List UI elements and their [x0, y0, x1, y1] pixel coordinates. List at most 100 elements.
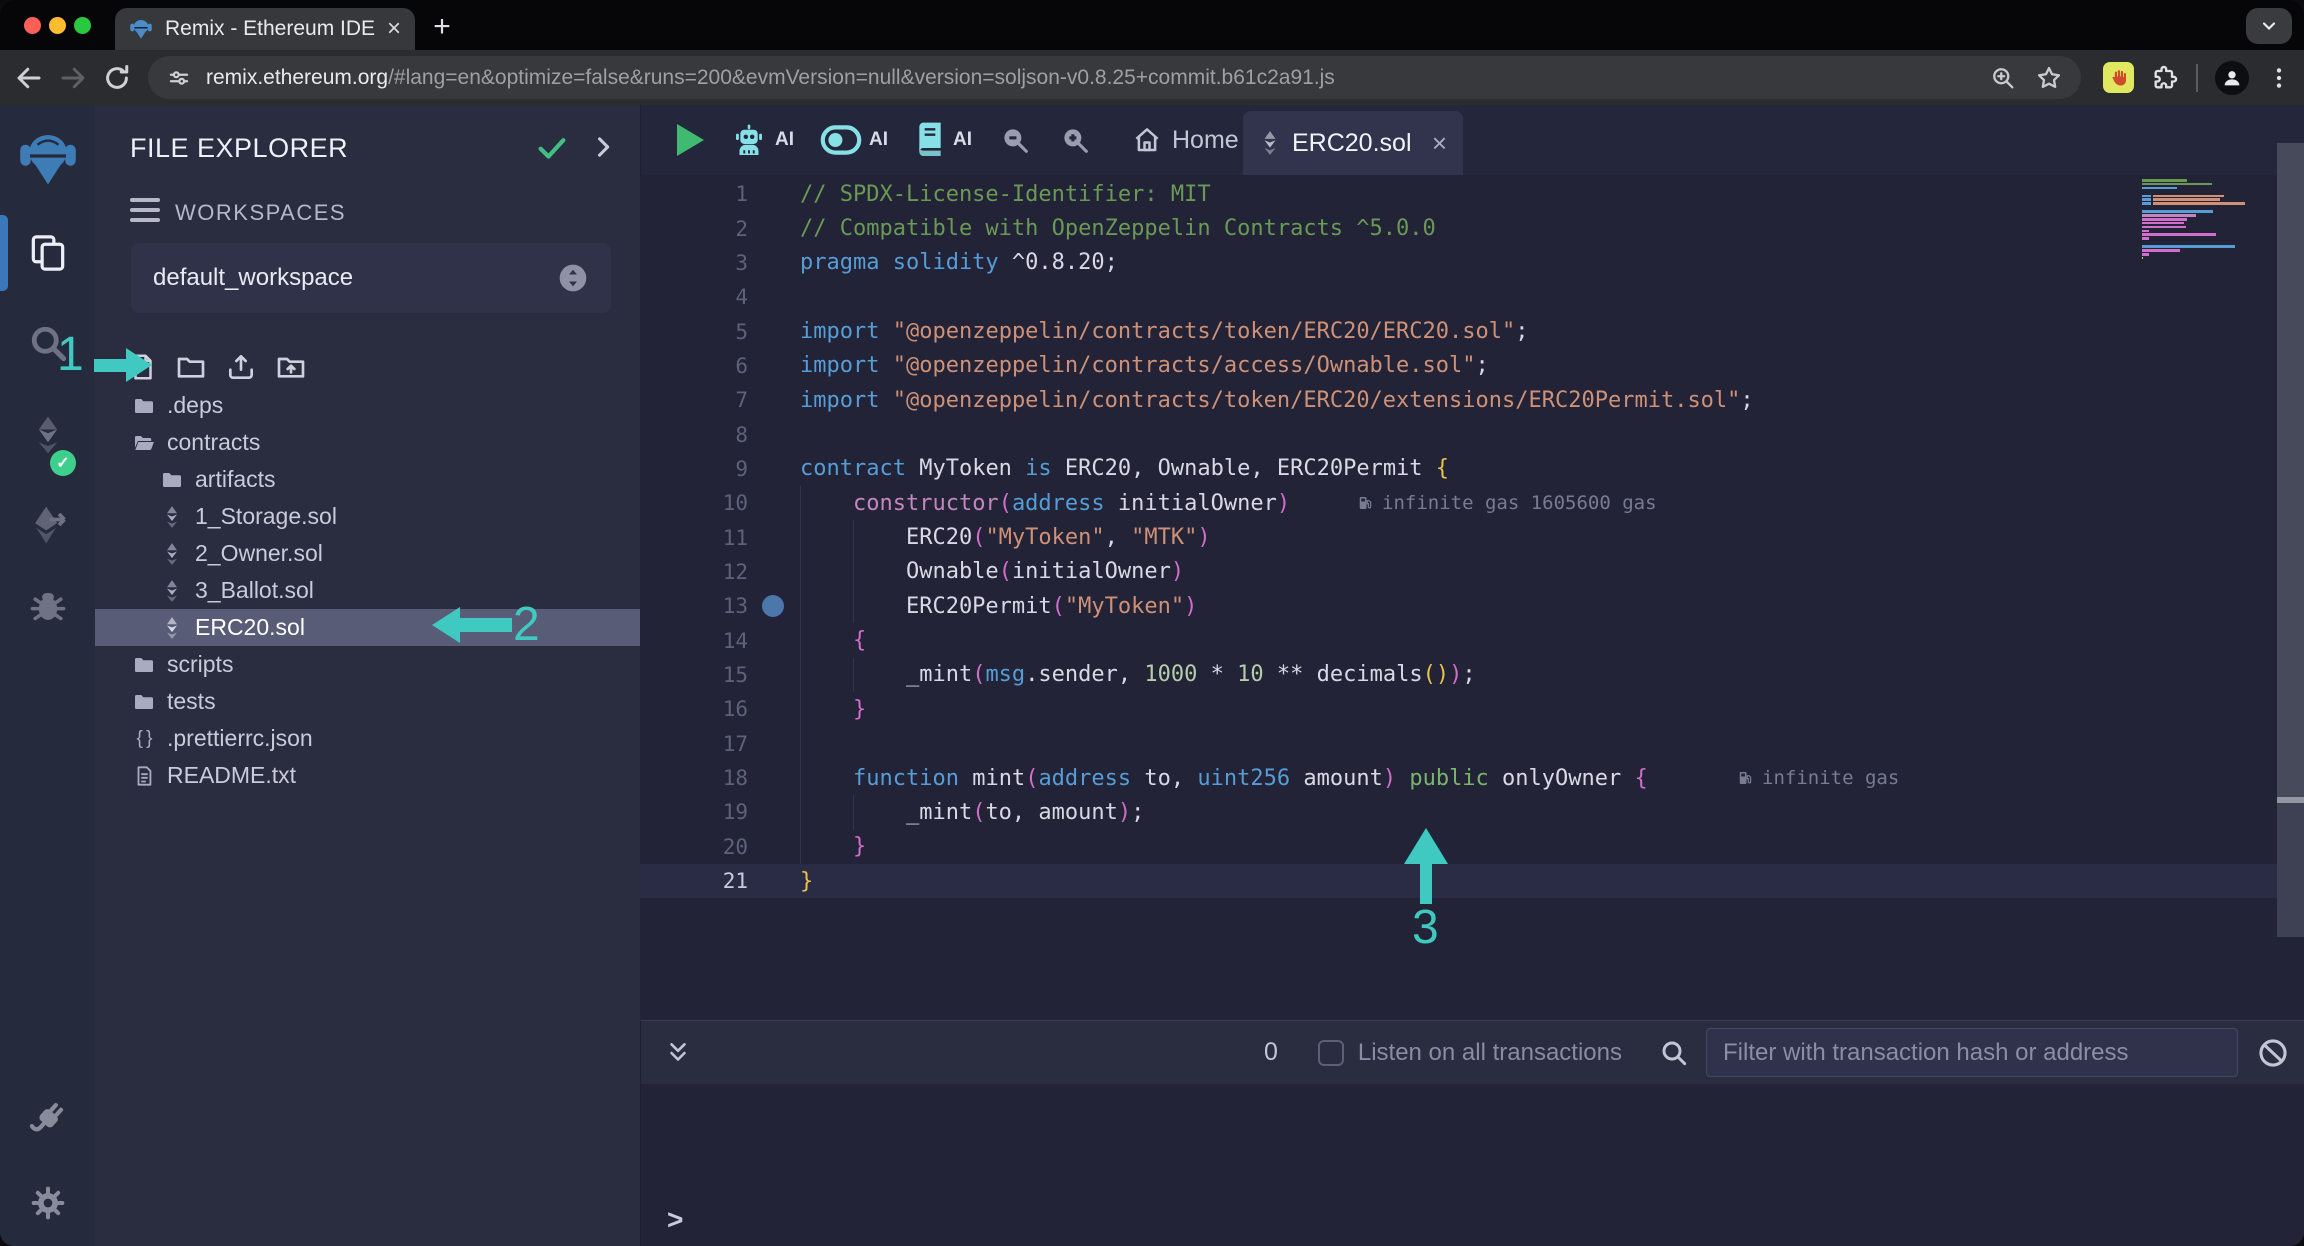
tree-item-erc20-sol[interactable]: ERC20.sol [95, 609, 640, 646]
workspace-dropdown-icon[interactable] [557, 262, 589, 294]
upload-folder-icon[interactable] [274, 351, 308, 383]
deploy-run-icon[interactable] [0, 503, 95, 547]
solidity-compiler-icon[interactable] [0, 413, 95, 457]
ai-docs-button[interactable]: AI [914, 122, 972, 158]
tree-item-3-ballot-sol[interactable]: 3_Ballot.sol [95, 572, 640, 609]
page-scrollbar[interactable] [2277, 143, 2304, 937]
terminal-output[interactable]: > [640, 1084, 2304, 1246]
tab-home[interactable]: Home [1132, 125, 1239, 155]
annotation-arrow-3 [1404, 828, 1448, 864]
folder-icon [158, 468, 186, 492]
zoom-page-icon[interactable] [1989, 64, 2017, 92]
code-line-18[interactable]: 18 function mint(address to, uint256 amo… [640, 760, 2277, 796]
code-line-7[interactable]: 7 import "@openzeppelin/contracts/token/E… [640, 383, 2277, 417]
accept-check-icon[interactable] [535, 131, 569, 165]
code-editor[interactable]: 1 // SPDX-License-Identifier: MIT 2 // Comp… [640, 175, 2304, 1020]
tree-item-label: 3_Ballot.sol [195, 577, 314, 603]
tree-item-contracts[interactable]: contracts [95, 424, 640, 461]
tree-item-2-owner-sol[interactable]: 2_Owner.sol [95, 535, 640, 572]
tree-item--prettierrc-json[interactable]: { } .prettierrc.json [95, 720, 640, 757]
debugger-icon[interactable] [0, 583, 95, 627]
tree-item-scripts[interactable]: scripts [95, 646, 640, 683]
code-line-15[interactable]: 15 _mint(msg.sender, 1000 * 10 ** decima… [640, 657, 2277, 693]
toolbar-divider [2196, 63, 2198, 92]
code-line-2[interactable]: 2 // Compatible with OpenZeppelin Contrac… [640, 211, 2277, 245]
code-text: constructor(address initialOwner) [852, 490, 1291, 516]
extensions-puzzle-icon[interactable] [2151, 64, 2179, 92]
forward-icon[interactable] [58, 63, 88, 93]
code-line-19[interactable]: 19 _mint(to, amount); [640, 795, 2277, 830]
clear-console-icon[interactable] [2256, 1036, 2290, 1070]
close-tab-icon[interactable]: × [387, 15, 401, 43]
plugin-manager-icon[interactable] [0, 1095, 95, 1143]
tab-erc20-sol[interactable]: ERC20.sol × [1243, 111, 1463, 175]
zoom-in-icon[interactable] [1058, 123, 1092, 157]
code-line-20[interactable]: 20 } [640, 829, 2277, 864]
code-line-10[interactable]: 10 constructor(address initialOwner) infi… [640, 486, 2277, 521]
workspace-select[interactable]: default_workspace [131, 243, 611, 313]
folder-open-icon [130, 431, 158, 455]
transaction-filter-input[interactable] [1706, 1028, 2238, 1077]
site-settings-icon[interactable] [166, 65, 192, 91]
reload-icon[interactable] [102, 63, 132, 93]
tree-item-artifacts[interactable]: artifacts [95, 461, 640, 498]
maximize-window-button[interactable] [74, 17, 91, 34]
zoom-out-icon[interactable] [998, 123, 1032, 157]
run-script-button[interactable] [677, 124, 704, 156]
code-line-14[interactable]: 14 { [640, 623, 2277, 658]
code-line-1[interactable]: 1 // SPDX-License-Identifier: MIT [640, 177, 2277, 211]
back-icon[interactable] [14, 63, 44, 93]
workspace-name: default_workspace [153, 264, 354, 291]
terminal-search-icon[interactable] [1658, 1037, 1690, 1069]
code-line-16[interactable]: 16 } [640, 692, 2277, 727]
new-tab-button[interactable]: + [424, 10, 460, 46]
ai-toggle-button[interactable]: AI [820, 123, 888, 157]
upload-file-icon[interactable] [224, 351, 258, 383]
code-line-11[interactable]: 11 ERC20("MyToken", "MTK") [640, 520, 2277, 555]
code-line-3[interactable]: 3 pragma solidity ^0.8.20; [640, 246, 2277, 280]
tree-item-readme-txt[interactable]: README.txt [95, 757, 640, 794]
tree-item-1-storage-sol[interactable]: 1_Storage.sol [95, 498, 640, 535]
code-line-9[interactable]: 9 contract MyToken is ERC20, Ownable, ERC… [640, 452, 2277, 486]
minimize-window-button[interactable] [49, 17, 66, 34]
address-bar[interactable]: remix.ethereum.org/#lang=en&optimize=fal… [148, 56, 2081, 99]
code-text: import "@openzeppelin/contracts/access/O… [800, 353, 1489, 379]
bookmark-star-icon[interactable] [2035, 64, 2063, 92]
code-line-5[interactable]: 5 import "@openzeppelin/contracts/token/E… [640, 314, 2277, 348]
code-line-4[interactable]: 4 [640, 280, 2277, 314]
chevron-right-icon[interactable] [589, 133, 617, 161]
breakpoint-dot[interactable] [762, 595, 784, 618]
code-line-13[interactable]: 13 ERC20Permit("MyToken") [640, 589, 2277, 624]
code-line-21[interactable]: 21} [640, 863, 2277, 899]
workspaces-menu-icon[interactable] [130, 198, 160, 222]
line-number: 6 [735, 353, 748, 378]
remix-logo[interactable] [0, 129, 95, 189]
tree-item-tests[interactable]: tests [95, 683, 640, 720]
hand-extension-icon[interactable] [2103, 62, 2134, 93]
minimap[interactable] [2142, 179, 2246, 261]
settings-icon[interactable] [0, 1183, 95, 1223]
panel-title: FILE EXPLORER [130, 133, 349, 163]
close-window-button[interactable] [24, 17, 41, 34]
listen-checkbox[interactable] [1317, 1039, 1344, 1066]
code-line-6[interactable]: 6 import "@openzeppelin/contracts/access/… [640, 349, 2277, 383]
tree-item--deps[interactable]: .deps [95, 387, 640, 424]
tree-item-label: .prettierrc.json [167, 725, 313, 751]
new-folder-icon[interactable] [174, 351, 208, 383]
tab-search-button[interactable] [2246, 8, 2292, 44]
code-text: import "@openzeppelin/contracts/token/ER… [800, 319, 1529, 345]
file-explorer-icon[interactable] [0, 231, 95, 275]
code-text: function mint(address to, uint256 amount… [852, 765, 1648, 791]
line-number: 7 [735, 388, 748, 413]
code-line-8[interactable]: 8 [640, 417, 2277, 451]
browser-tab[interactable]: Remix - Ethereum IDE × [115, 8, 415, 50]
code-line-17[interactable]: 17 [640, 726, 2277, 761]
expand-terminal-icon[interactable] [665, 1038, 691, 1068]
file-tree: .deps contracts artifacts 1_Storage.sol 2_Ow… [95, 387, 640, 794]
listen-label[interactable]: Listen on all transactions [1358, 1039, 1622, 1067]
profile-avatar[interactable] [2215, 60, 2249, 95]
close-file-tab-icon[interactable]: × [1432, 128, 1447, 159]
chrome-menu-icon[interactable] [2266, 65, 2292, 91]
ai-assistant-button[interactable]: AI [730, 121, 794, 159]
code-line-12[interactable]: 12 Ownable(initialOwner) [640, 554, 2277, 590]
